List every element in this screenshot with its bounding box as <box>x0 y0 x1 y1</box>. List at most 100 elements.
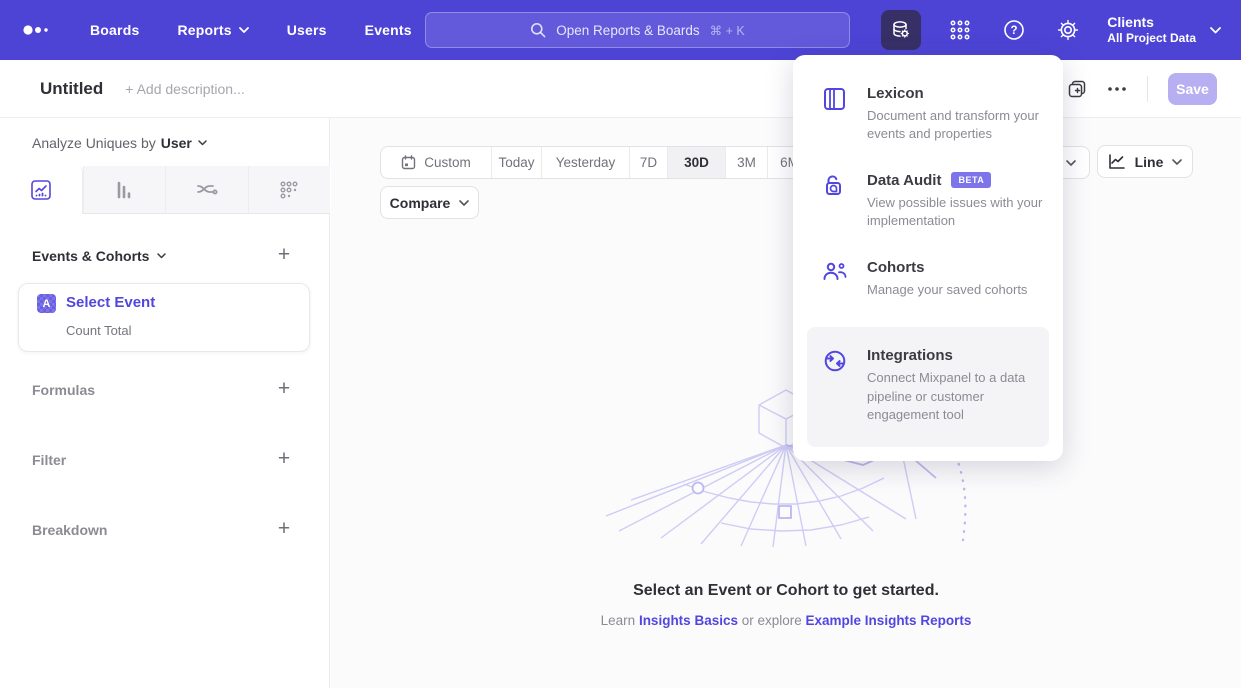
menu-item-lexicon[interactable]: Lexicon Document and transform your even… <box>793 85 1063 144</box>
example-reports-link[interactable]: Example Insights Reports <box>806 613 972 628</box>
duplicate-button[interactable] <box>1067 79 1087 99</box>
nav-item-reports[interactable]: Reports <box>177 22 248 38</box>
search-icon <box>530 22 546 38</box>
filter-label: Filter <box>32 452 66 468</box>
settings-button[interactable] <box>1053 15 1083 45</box>
menu-item-data-audit[interactable]: Data Audit BETA View possible issues wit… <box>793 172 1063 231</box>
menu-item-title: Lexicon <box>867 85 924 102</box>
more-options-button[interactable] <box>1107 86 1127 92</box>
insights-basics-link[interactable]: Insights Basics <box>639 613 738 628</box>
range-3m[interactable]: 3M <box>725 147 767 178</box>
report-description-placeholder[interactable]: + Add description... <box>125 81 244 97</box>
range-custom[interactable]: Custom <box>381 147 491 178</box>
range-7d[interactable]: 7D <box>629 147 667 178</box>
help-button[interactable]: ? <box>999 15 1029 45</box>
save-button[interactable]: Save <box>1168 73 1217 105</box>
project-switcher[interactable]: Clients All Project Data <box>1107 13 1221 47</box>
chevron-down-icon <box>198 140 207 146</box>
data-audit-icon <box>823 172 847 231</box>
database-gear-icon <box>890 19 912 41</box>
select-event-card[interactable]: A Select Event Count Total <box>18 283 310 352</box>
chart-type-button[interactable]: Line <box>1097 145 1193 178</box>
integrations-icon <box>823 347 847 424</box>
chevron-down-icon <box>157 253 166 259</box>
menu-item-title: Cohorts <box>867 259 925 276</box>
data-management-menu: Lexicon Document and transform your even… <box>793 55 1063 461</box>
events-cohorts-header[interactable]: Events & Cohorts <box>32 248 166 264</box>
tab-metrics[interactable] <box>248 166 331 214</box>
add-breakdown-button[interactable]: + <box>273 518 295 540</box>
analyze-prefix: Analyze Uniques by <box>32 135 156 151</box>
apps-grid-icon <box>949 19 971 41</box>
range-today[interactable]: Today <box>491 147 541 178</box>
help-icon: ? <box>1002 18 1026 42</box>
tab-flow[interactable] <box>165 166 248 214</box>
empty-state-text: or explore <box>738 613 806 628</box>
top-navbar: Boards Reports Users Events Open Reports… <box>0 0 1241 60</box>
chart-type-tabs <box>0 166 330 214</box>
search-shortcut: ⌘ + K <box>710 23 745 38</box>
primary-nav: Boards Reports Users Events <box>90 22 412 38</box>
query-builder-sidebar: Analyze Uniques by User <box>0 118 330 688</box>
range-label: 3M <box>737 155 756 170</box>
empty-state-text: Learn <box>601 613 639 628</box>
add-event-button[interactable]: + <box>273 244 295 266</box>
formulas-label: Formulas <box>32 382 95 398</box>
flow-icon <box>195 179 219 201</box>
empty-state-subtitle: Learn Insights Basics or explore Example… <box>331 613 1241 628</box>
analyze-row: Analyze Uniques by User <box>32 135 207 151</box>
chevron-down-icon <box>459 200 469 206</box>
nav-item-events[interactable]: Events <box>365 22 412 38</box>
mixpanel-logo-icon <box>22 24 50 36</box>
event-badge: A <box>37 294 56 313</box>
nav-item-label: Boards <box>90 22 139 38</box>
calendar-icon <box>401 155 416 170</box>
range-yesterday[interactable]: Yesterday <box>541 147 629 178</box>
menu-item-cohorts[interactable]: Cohorts Manage your saved cohorts <box>793 259 1063 299</box>
org-name: Clients <box>1107 13 1196 31</box>
add-filter-button[interactable]: + <box>273 448 295 470</box>
analyze-value: User <box>161 135 192 151</box>
add-formula-button[interactable]: + <box>273 378 295 400</box>
compare-label: Compare <box>390 195 451 211</box>
chevron-down-icon <box>1210 27 1221 34</box>
report-title[interactable]: Untitled <box>40 79 103 99</box>
menu-item-integrations[interactable]: Integrations Connect Mixpanel to a data … <box>807 347 1049 424</box>
range-label: 30D <box>684 155 709 170</box>
bar-chart-icon <box>113 179 135 201</box>
chevron-down-icon <box>1066 160 1076 166</box>
chevron-down-icon <box>1172 159 1182 165</box>
lexicon-book-icon <box>823 85 847 144</box>
insights-line-icon <box>30 179 52 201</box>
nav-item-boards[interactable]: Boards <box>90 22 139 38</box>
compare-button[interactable]: Compare <box>380 186 479 219</box>
global-search[interactable]: Open Reports & Boards ⌘ + K <box>425 12 850 48</box>
range-label: Custom <box>424 155 471 170</box>
data-management-button[interactable] <box>881 10 921 50</box>
menu-item-description: Connect Mixpanel to a data pipeline or c… <box>867 369 1029 424</box>
analyze-by-selector[interactable]: User <box>161 135 207 151</box>
range-30d[interactable]: 30D <box>667 147 725 178</box>
range-label: 7D <box>640 155 657 170</box>
tab-bar-chart[interactable] <box>83 166 166 214</box>
nav-item-label: Users <box>287 22 327 38</box>
empty-state-title: Select an Event or Cohort to get started… <box>331 582 1241 600</box>
menu-item-highlight: Integrations Connect Mixpanel to a data … <box>807 327 1049 446</box>
apps-grid-button[interactable] <box>945 15 975 45</box>
duplicate-icon <box>1067 79 1087 99</box>
cohorts-people-icon <box>823 259 847 299</box>
menu-item-description: Document and transform your events and p… <box>867 107 1043 144</box>
chart-area: Custom Today Yesterday 7D 30D 3M 6M 12M … <box>331 118 1241 688</box>
metrics-grid-icon <box>278 179 300 201</box>
breakdown-label: Breakdown <box>32 522 107 538</box>
nav-item-label: Events <box>365 22 412 38</box>
nav-item-users[interactable]: Users <box>287 22 327 38</box>
count-total-label[interactable]: Count Total <box>66 323 132 338</box>
range-label: Today <box>498 155 534 170</box>
chart-type-label: Line <box>1135 154 1164 170</box>
mixpanel-logo[interactable] <box>22 24 50 36</box>
select-event-label[interactable]: Select Event <box>66 294 155 311</box>
tab-insights-line[interactable] <box>0 166 83 214</box>
menu-item-description: View possible issues with your implement… <box>867 194 1043 231</box>
events-cohorts-label: Events & Cohorts <box>32 248 149 264</box>
